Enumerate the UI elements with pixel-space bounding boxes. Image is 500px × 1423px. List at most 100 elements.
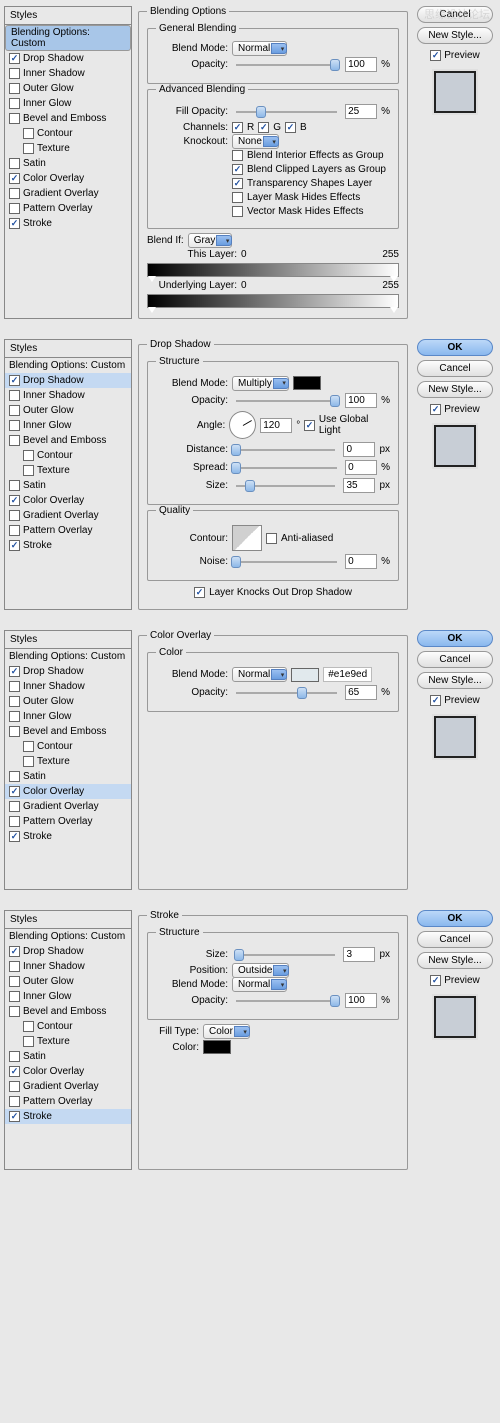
style-color-overlay[interactable]: Color Overlay bbox=[5, 171, 131, 186]
opacity-input[interactable] bbox=[345, 685, 377, 700]
cb-interior[interactable] bbox=[232, 150, 243, 161]
angle-input[interactable] bbox=[260, 418, 292, 433]
color-swatch[interactable] bbox=[291, 668, 319, 682]
distance-slider[interactable] bbox=[236, 449, 335, 451]
fill-slider[interactable] bbox=[236, 111, 337, 113]
checkbox[interactable] bbox=[9, 158, 20, 169]
checkbox[interactable] bbox=[9, 113, 20, 124]
cancel-button[interactable]: Cancel bbox=[417, 6, 493, 23]
checkbox[interactable] bbox=[23, 128, 34, 139]
color-swatch[interactable] bbox=[293, 376, 321, 390]
checkbox[interactable] bbox=[9, 203, 20, 214]
color-label: Color: bbox=[147, 1042, 199, 1053]
fill-input[interactable] bbox=[345, 104, 377, 119]
new-style-button[interactable]: New Style... bbox=[417, 381, 493, 398]
size-slider[interactable] bbox=[236, 485, 335, 487]
new-style-button[interactable]: New Style... bbox=[417, 27, 493, 44]
antialias-checkbox[interactable] bbox=[266, 533, 277, 544]
blend-if-select[interactable]: Gray▾ bbox=[188, 235, 233, 246]
checkbox[interactable] bbox=[23, 143, 34, 154]
style-stroke[interactable]: Stroke bbox=[5, 1109, 131, 1124]
cancel-button[interactable]: Cancel bbox=[417, 360, 493, 377]
distance-input[interactable] bbox=[343, 442, 375, 457]
layer-style-dialog-coloroverlay: Styles Blending Options: Custom Drop Sha… bbox=[0, 624, 500, 904]
ok-button[interactable]: OK bbox=[417, 910, 493, 927]
checkbox[interactable] bbox=[9, 218, 20, 229]
preview-checkbox[interactable] bbox=[430, 404, 441, 415]
blending-options-group: Blending Options General Blending Blend … bbox=[138, 6, 408, 319]
spread-slider[interactable] bbox=[236, 467, 337, 469]
contour-picker[interactable] bbox=[232, 525, 262, 551]
style-gradient-overlay[interactable]: Gradient Overlay bbox=[5, 186, 131, 201]
style-texture[interactable]: Texture bbox=[5, 141, 131, 156]
preview-checkbox[interactable] bbox=[430, 975, 441, 986]
style-drop-shadow[interactable]: Drop Shadow bbox=[5, 51, 131, 66]
noise-slider[interactable] bbox=[236, 561, 337, 563]
checkbox[interactable] bbox=[9, 98, 20, 109]
this-layer-gradient[interactable] bbox=[147, 263, 399, 277]
style-inner-glow[interactable]: Inner Glow bbox=[5, 96, 131, 111]
checkbox[interactable] bbox=[9, 173, 20, 184]
style-bevel[interactable]: Bevel and Emboss bbox=[5, 111, 131, 126]
blend-mode-select[interactable]: Multiply▾ bbox=[232, 378, 289, 389]
checkbox[interactable] bbox=[9, 188, 20, 199]
right-panel: Cancel New Style... Preview bbox=[414, 6, 496, 319]
preview-checkbox[interactable] bbox=[430, 50, 441, 61]
preview-swatch bbox=[434, 996, 476, 1038]
checkbox[interactable] bbox=[9, 68, 20, 79]
spread-input[interactable] bbox=[345, 460, 377, 475]
opacity-input[interactable] bbox=[345, 993, 377, 1008]
opacity-slider[interactable] bbox=[236, 1000, 337, 1002]
blending-options-row[interactable]: Blending Options: Custom bbox=[5, 358, 131, 373]
checkbox[interactable] bbox=[9, 83, 20, 94]
cb-clipped[interactable] bbox=[232, 164, 243, 175]
preview-checkbox[interactable] bbox=[430, 695, 441, 706]
opacity-input[interactable] bbox=[345, 393, 377, 408]
style-stroke[interactable]: Stroke bbox=[5, 216, 131, 231]
new-style-button[interactable]: New Style... bbox=[417, 952, 493, 969]
size-input[interactable] bbox=[343, 478, 375, 493]
fill-type-select[interactable]: Color▾ bbox=[203, 1026, 250, 1037]
channel-b[interactable] bbox=[285, 122, 296, 133]
blend-mode-select[interactable]: Normal▾ bbox=[232, 43, 287, 54]
fill-opacity-label: Fill Opacity: bbox=[156, 106, 228, 117]
fill-type-label: Fill Type: bbox=[147, 1026, 199, 1037]
preview-label: Preview bbox=[444, 50, 480, 61]
ok-button[interactable]: OK bbox=[417, 339, 493, 356]
cancel-button[interactable]: Cancel bbox=[417, 651, 493, 668]
opacity-slider[interactable] bbox=[236, 692, 337, 694]
style-contour[interactable]: Contour bbox=[5, 126, 131, 141]
opacity-input[interactable] bbox=[345, 57, 377, 72]
cancel-button[interactable]: Cancel bbox=[417, 931, 493, 948]
cb-layer-mask[interactable] bbox=[232, 192, 243, 203]
style-inner-shadow[interactable]: Inner Shadow bbox=[5, 66, 131, 81]
layer-knocks-checkbox[interactable] bbox=[194, 587, 205, 598]
underlying-gradient[interactable] bbox=[147, 294, 399, 308]
channel-r[interactable] bbox=[232, 122, 243, 133]
noise-input[interactable] bbox=[345, 554, 377, 569]
style-drop-shadow[interactable]: Drop Shadow bbox=[5, 373, 131, 388]
channel-g[interactable] bbox=[258, 122, 269, 133]
knockout-select[interactable]: None▾ bbox=[232, 136, 279, 147]
cb-vector-mask[interactable] bbox=[232, 206, 243, 217]
angle-dial[interactable] bbox=[229, 411, 256, 439]
style-color-overlay[interactable]: Color Overlay bbox=[5, 784, 131, 799]
checkbox[interactable] bbox=[9, 53, 20, 64]
blending-options-row[interactable]: Blending Options: Custom bbox=[5, 25, 131, 51]
blend-mode-select[interactable]: Normal▾ bbox=[232, 979, 287, 990]
ok-button[interactable]: OK bbox=[417, 630, 493, 647]
style-satin[interactable]: Satin bbox=[5, 156, 131, 171]
blend-mode-select[interactable]: Normal▾ bbox=[232, 669, 287, 680]
opacity-slider[interactable] bbox=[236, 400, 337, 402]
style-outer-glow[interactable]: Outer Glow bbox=[5, 81, 131, 96]
cb-transparency[interactable] bbox=[232, 178, 243, 189]
global-light-checkbox[interactable] bbox=[304, 420, 315, 431]
stroke-color-swatch[interactable] bbox=[203, 1040, 231, 1054]
size-input[interactable] bbox=[343, 947, 375, 962]
position-select[interactable]: Outside▾ bbox=[232, 965, 289, 976]
style-pattern-overlay[interactable]: Pattern Overlay bbox=[5, 201, 131, 216]
opacity-slider[interactable] bbox=[236, 64, 337, 66]
new-style-button[interactable]: New Style... bbox=[417, 672, 493, 689]
structure: Structure Size:px Position:Outside▾ Blen… bbox=[147, 927, 399, 1020]
size-slider[interactable] bbox=[236, 954, 335, 956]
